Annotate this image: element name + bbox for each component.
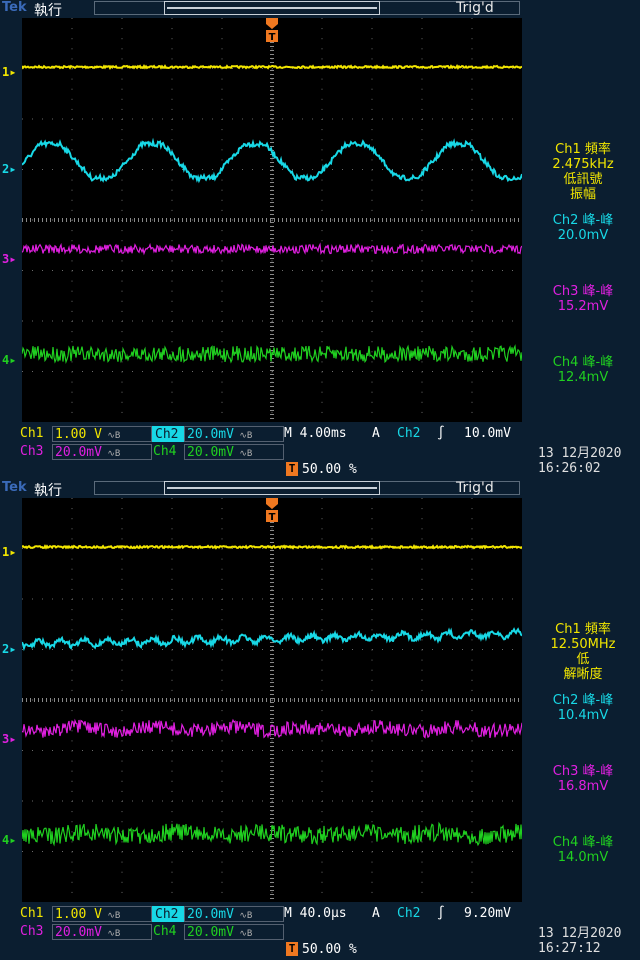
trigger-t-glyph: T bbox=[269, 512, 276, 523]
record-view-window[interactable] bbox=[164, 481, 380, 495]
scope-screen-2: Tek 執行 Trig'd T 1▸ 2▸ 3▸ 4▸ Ch1 頻率 12.50… bbox=[0, 480, 640, 960]
ch3-scale[interactable]: 20.0mV ∿B bbox=[52, 924, 152, 940]
run-state-label: 執行 bbox=[34, 483, 62, 499]
trigger-level[interactable]: 9.20mV bbox=[464, 906, 511, 922]
ch1-scale[interactable]: 1.00 V ∿B bbox=[52, 906, 152, 922]
ch1-scale[interactable]: 1.00 V ∿B bbox=[52, 426, 152, 442]
trigger-position-readout[interactable]: T 50.00 % bbox=[286, 942, 357, 958]
waveform-display: T bbox=[22, 18, 522, 419]
ch4-scale[interactable]: 20.0mV ∿B bbox=[184, 924, 284, 940]
ch2-pk-pk-readout: Ch2 峰-峰 10.4mV bbox=[552, 693, 614, 723]
ch2-name-selected[interactable]: Ch2 bbox=[152, 426, 184, 442]
ch4-name: Ch4 bbox=[153, 924, 177, 939]
ch4-pk-pk-readout: Ch4 峰-峰 14.0mV bbox=[552, 835, 614, 865]
waveform-display: T bbox=[22, 498, 522, 899]
measurement-readouts: Ch1 頻率 2.475kHz 低訊號 振幅 Ch2 峰-峰 20.0mV Ch… bbox=[526, 0, 640, 430]
timebase-readout[interactable]: M 4.00ms bbox=[284, 426, 347, 442]
trigger-slope-icon: ∫ bbox=[437, 906, 445, 921]
ch2-name-selected[interactable]: Ch2 bbox=[152, 906, 184, 922]
ch4-name: Ch4 bbox=[153, 444, 177, 459]
graticule[interactable]: T bbox=[22, 498, 522, 902]
ch2-pk-pk-readout: Ch2 峰-峰 20.0mV bbox=[552, 213, 614, 243]
trigger-position-arrow bbox=[266, 18, 278, 29]
ch4-ground-marker[interactable]: 4▸ bbox=[2, 353, 18, 367]
record-view-window[interactable] bbox=[164, 1, 380, 15]
tek-logo: Tek bbox=[2, 480, 27, 495]
ch1-ground-marker[interactable]: 1▸ bbox=[2, 545, 18, 559]
trigger-source: Ch2 bbox=[397, 426, 421, 441]
ch2-ground-marker[interactable]: 2▸ bbox=[2, 162, 18, 176]
ch4-waveform bbox=[22, 344, 522, 364]
trigger-t-glyph: T bbox=[269, 32, 276, 43]
trigger-marker-group: T bbox=[266, 498, 278, 523]
ch1-waveform bbox=[22, 63, 522, 71]
ch3-name: Ch3 bbox=[20, 444, 44, 459]
graticule-grid bbox=[22, 18, 519, 419]
ch3-ground-marker[interactable]: 3▸ bbox=[2, 732, 18, 746]
trigger-slope-icon: ∫ bbox=[437, 426, 445, 441]
ch1-frequency-readout: Ch1 頻率 12.50MHz 低 解晰度 bbox=[550, 622, 616, 682]
trigger-mode: A bbox=[372, 426, 380, 441]
ch2-scale[interactable]: 20.0mV ∿B bbox=[184, 906, 284, 922]
ch4-scale[interactable]: 20.0mV ∿B bbox=[184, 444, 284, 460]
scope-screen-1: Tek 執行 Trig'd T 1▸ 2▸ 3▸ 4▸ Ch1 頻率 2.475… bbox=[0, 0, 640, 480]
trigger-state-label: Trig'd bbox=[456, 0, 494, 16]
ch1-name: Ch1 bbox=[20, 906, 44, 921]
ch2-ground-marker[interactable]: 2▸ bbox=[2, 642, 18, 656]
trigger-position-icon: T bbox=[286, 462, 298, 476]
status-bar: Ch1 1.00 V ∿B Ch2 20.0mV ∿B M 40.0µs A C… bbox=[0, 904, 640, 960]
trigger-marker-group: T bbox=[266, 18, 278, 43]
ch3-pk-pk-readout: Ch3 峰-峰 15.2mV bbox=[552, 284, 614, 314]
ch1-name: Ch1 bbox=[20, 426, 44, 441]
ch1-waveform bbox=[22, 543, 522, 550]
graticule[interactable]: T bbox=[22, 18, 522, 422]
trigger-position-icon: T bbox=[286, 942, 298, 956]
ch3-name: Ch3 bbox=[20, 924, 44, 939]
tek-logo: Tek bbox=[2, 0, 27, 15]
measurement-readouts: Ch1 頻率 12.50MHz 低 解晰度 Ch2 峰-峰 10.4mV Ch3… bbox=[526, 480, 640, 910]
run-state-label: 執行 bbox=[34, 3, 62, 19]
date-time: 13 12月2020 16:27:12 bbox=[538, 926, 622, 956]
trigger-position-arrow bbox=[266, 498, 278, 509]
ch1-ground-marker[interactable]: 1▸ bbox=[2, 65, 18, 79]
ch4-ground-marker[interactable]: 4▸ bbox=[2, 833, 18, 847]
trigger-state-label: Trig'd bbox=[456, 480, 494, 496]
ch3-ground-marker[interactable]: 3▸ bbox=[2, 252, 18, 266]
trigger-source: Ch2 bbox=[397, 906, 421, 921]
trigger-mode: A bbox=[372, 906, 380, 921]
ch1-frequency-readout: Ch1 頻率 2.475kHz 低訊號 振幅 bbox=[552, 142, 614, 202]
trigger-level[interactable]: 10.0mV bbox=[464, 426, 511, 442]
ch2-scale[interactable]: 20.0mV ∿B bbox=[184, 426, 284, 442]
ch3-waveform bbox=[22, 242, 522, 256]
timebase-readout[interactable]: M 40.0µs bbox=[284, 906, 347, 922]
date-time: 13 12月2020 16:26:02 bbox=[538, 446, 622, 476]
ch2-waveform bbox=[22, 627, 522, 652]
ch4-pk-pk-readout: Ch4 峰-峰 12.4mV bbox=[552, 355, 614, 385]
ch3-scale[interactable]: 20.0mV ∿B bbox=[52, 444, 152, 460]
status-bar: Ch1 1.00 V ∿B Ch2 20.0mV ∿B M 4.00ms A C… bbox=[0, 424, 640, 480]
graticule-grid bbox=[22, 498, 519, 899]
trigger-position-readout[interactable]: T 50.00 % bbox=[286, 462, 357, 478]
ch3-pk-pk-readout: Ch3 峰-峰 16.8mV bbox=[552, 764, 614, 794]
